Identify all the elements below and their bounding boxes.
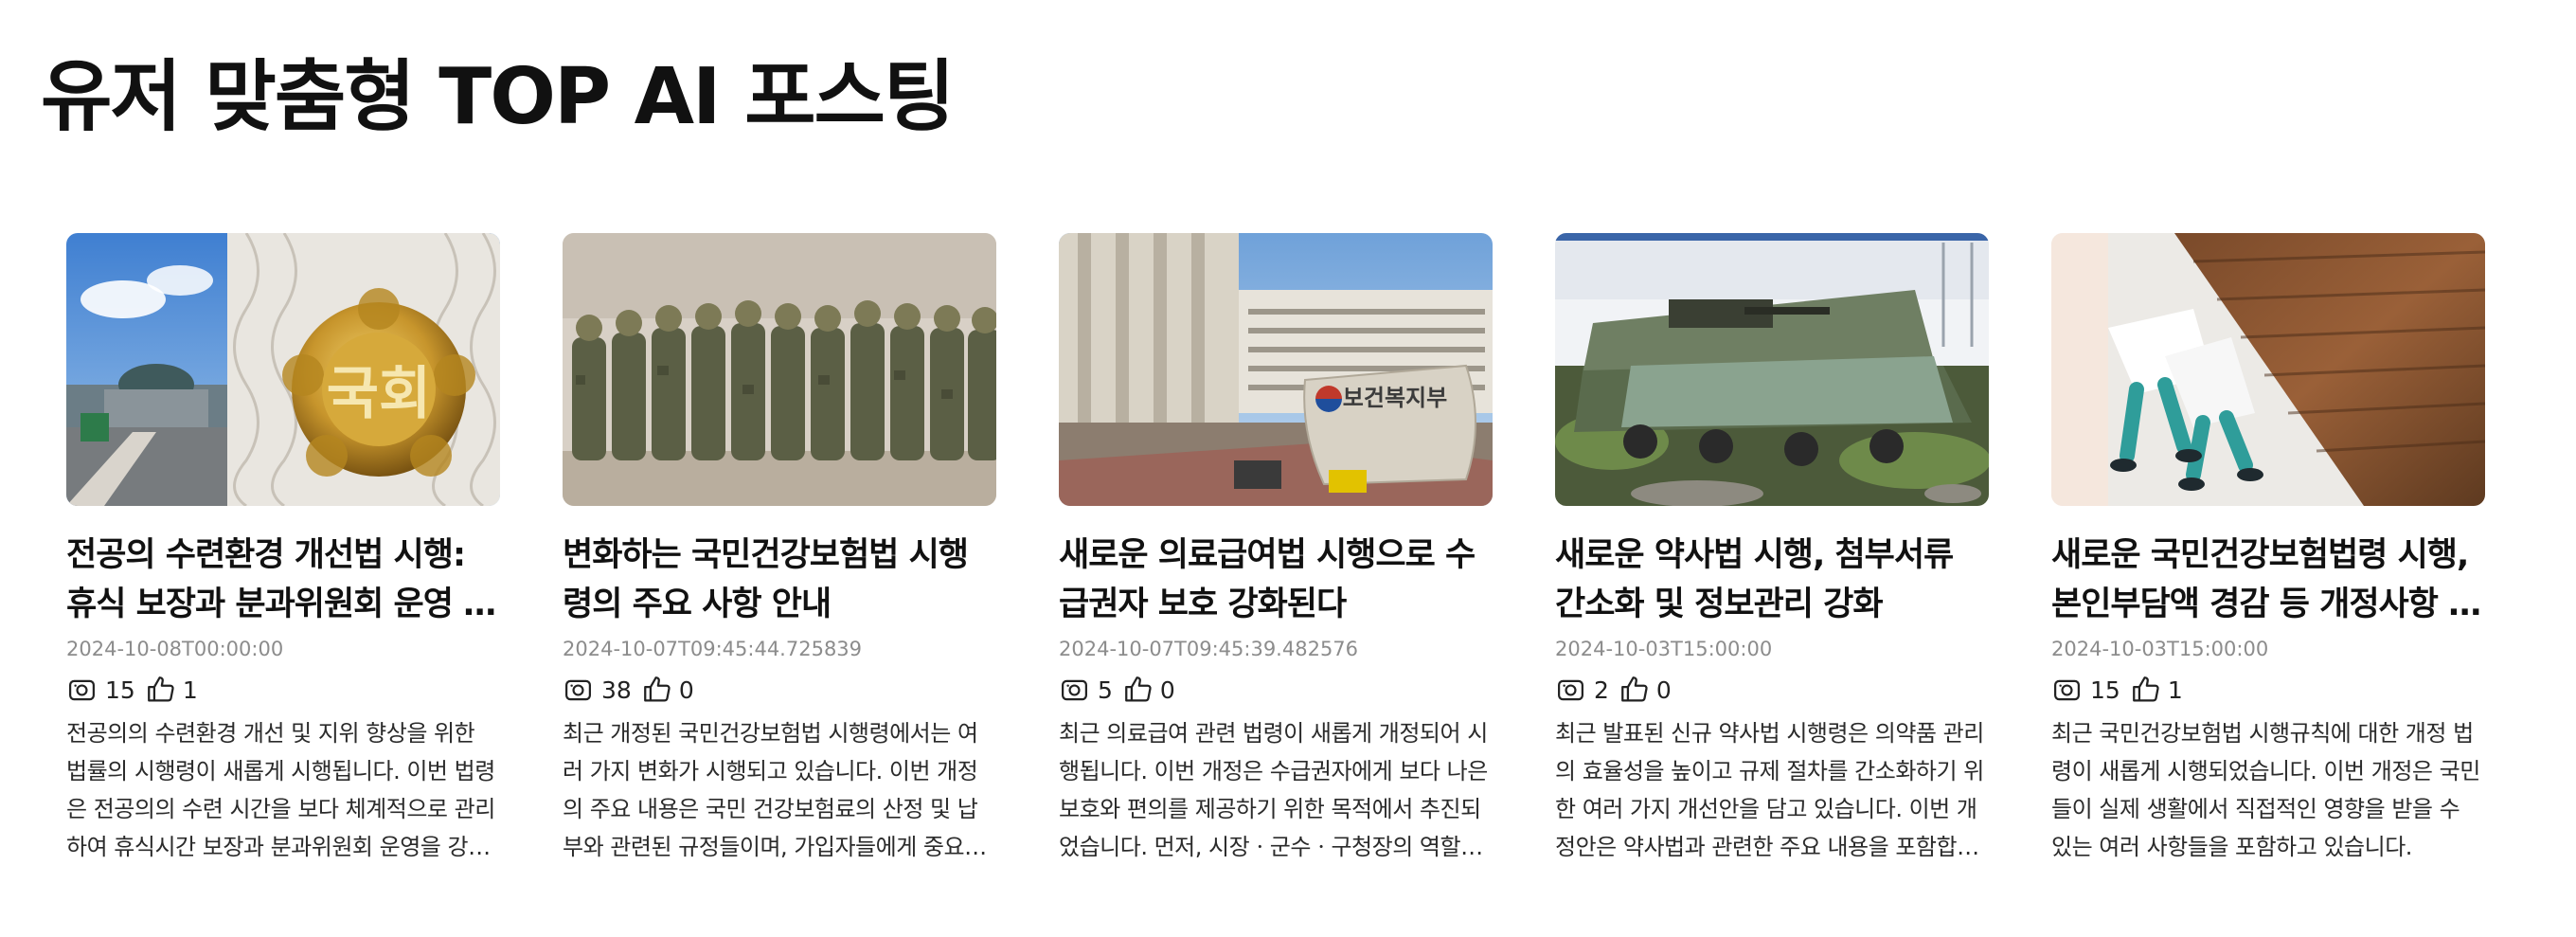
like-count[interactable]: 1 [2130, 674, 2183, 706]
like-count[interactable]: 1 [145, 674, 198, 706]
post-thumbnail[interactable] [1555, 233, 1989, 506]
post-date: 2024-10-03T15:00:00 [2051, 638, 2269, 660]
svg-text:국회: 국회 [327, 361, 431, 427]
armored-vehicle-exhibition-photo [1555, 233, 1989, 506]
thumbs-up-icon [2132, 676, 2159, 702]
post-card[interactable]: 변화하는 국민건강보험법 시행령의 주요 사항 안내 2024-10-07T09… [563, 233, 996, 868]
like-count-value: 0 [1655, 676, 1672, 704]
post-stats: 5 0 [1059, 673, 1493, 707]
view-camera-icon [1558, 679, 1583, 700]
post-title[interactable]: 변화하는 국민건강보험법 시행령의 주요 사항 안내 [563, 531, 996, 629]
view-count: 38 [563, 675, 632, 706]
medical-staff-walking-photo [2051, 233, 2485, 506]
like-count-value: 0 [678, 676, 694, 704]
post-card[interactable]: 새로운 국민건강보험법령 시행, 본인부담액 경감 등 개정사항 안내 2024… [2051, 233, 2485, 868]
view-count-value: 15 [105, 676, 135, 704]
view-camera-icon [565, 679, 591, 700]
view-count: 15 [66, 675, 135, 706]
view-count-value: 38 [601, 676, 632, 704]
soldiers-lineup-photo [563, 233, 996, 506]
like-count[interactable]: 0 [641, 674, 694, 706]
view-count: 2 [1555, 675, 1609, 706]
view-camera-icon [2054, 679, 2080, 700]
post-date: 2024-10-08T00:00:00 [66, 638, 284, 660]
post-date: 2024-10-07T09:45:44.725839 [563, 638, 863, 660]
post-thumbnail[interactable]: 보건복지부 [1059, 233, 1493, 506]
post-stats: 15 1 [2051, 673, 2485, 707]
post-summary: 전공의의 수련환경 개선 및 지위 향상을 위한 법률의 시행령이 새롭게 시행… [66, 720, 495, 860]
view-count-value: 2 [1594, 676, 1609, 704]
thumbs-up-icon [147, 676, 174, 702]
post-summary: 최근 의료급여 관련 법령이 새롭게 개정되어 시행됩니다. 이번 개정은 수급… [1059, 720, 1488, 860]
like-count[interactable]: 0 [1122, 674, 1175, 706]
section-title: 유저 맞춤형 TOP AI 포스팅 [41, 52, 955, 142]
post-card[interactable]: 새로운 약사법 시행, 첨부서류 간소화 및 정보관리 강화 2024-10-0… [1555, 233, 1989, 868]
like-count-value: 1 [2167, 676, 2183, 704]
ministry-sign-text: 보건복지부 [1343, 385, 1447, 411]
post-thumbnail[interactable] [2051, 233, 2485, 506]
like-count[interactable]: 0 [1619, 674, 1672, 706]
view-camera-icon [69, 679, 95, 700]
thumbs-up-icon [643, 676, 671, 702]
post-summary: 최근 국민건강보험법 시행규칙에 대한 개정 법령이 새롭게 시행되었습니다. … [2051, 720, 2480, 860]
post-thumbnail[interactable]: 국회 [66, 233, 500, 506]
post-card[interactable]: 보건복지부 새로운 의료급여법 시행으로 수급권자 보호 강화된다 2024-1… [1059, 233, 1493, 868]
post-summary: 최근 발표된 신규 약사법 시행령은 의약품 관리의 효율성을 높이고 규제 절… [1555, 720, 1984, 860]
national-assembly-emblem-photo: 국회 [66, 233, 500, 506]
post-stats: 2 0 [1555, 673, 1989, 707]
post-stats: 15 1 [66, 673, 500, 707]
thumbs-up-icon [1621, 676, 1648, 702]
post-summary: 최근 개정된 국민건강보험법 시행령에서는 여러 가지 변화가 시행되고 있습니… [563, 720, 985, 860]
view-count: 5 [1059, 675, 1113, 706]
like-count-value: 1 [182, 676, 198, 704]
post-date: 2024-10-07T09:45:39.482576 [1059, 638, 1359, 660]
post-thumbnail[interactable] [563, 233, 996, 506]
view-count-value: 15 [2090, 676, 2120, 704]
thumbs-up-icon [1125, 676, 1152, 702]
post-title[interactable]: 새로운 의료급여법 시행으로 수급권자 보호 강화된다 [1059, 531, 1493, 629]
view-count-value: 5 [1098, 676, 1113, 704]
post-title[interactable]: 새로운 약사법 시행, 첨부서류 간소화 및 정보관리 강화 [1555, 531, 1989, 629]
post-title[interactable]: 전공의 수련환경 개선법 시행: 휴식 보장과 분과위원회 운영 강화 [66, 531, 500, 629]
view-camera-icon [1062, 679, 1087, 700]
post-stats: 38 0 [563, 673, 996, 707]
ministry-of-health-building-photo: 보건복지부 [1059, 233, 1493, 506]
post-card[interactable]: 국회 전공의 수련환경 개선법 시행: 휴식 보장과 분과위원회 운영 강화 2… [66, 233, 500, 868]
post-title[interactable]: 새로운 국민건강보험법령 시행, 본인부담액 경감 등 개정사항 안내 [2051, 531, 2485, 629]
post-date: 2024-10-03T15:00:00 [1555, 638, 1773, 660]
like-count-value: 0 [1159, 676, 1175, 704]
view-count: 15 [2051, 675, 2120, 706]
